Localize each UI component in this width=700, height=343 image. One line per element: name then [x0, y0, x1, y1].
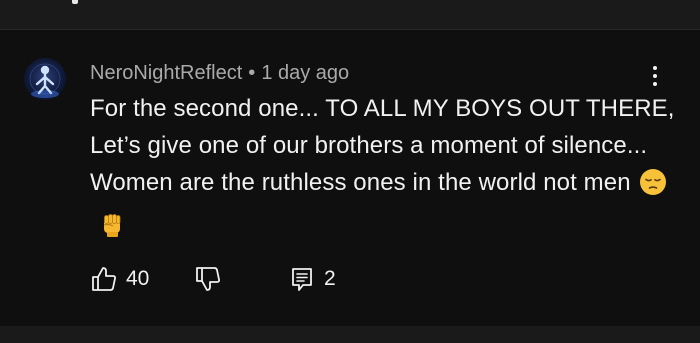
like-button[interactable]: 40	[90, 262, 149, 296]
reply-button[interactable]: 2	[288, 262, 336, 296]
thumbs-up-icon	[92, 267, 116, 291]
more-vert-icon-dot	[653, 82, 657, 86]
author-name[interactable]: NeroNightReflect	[90, 62, 242, 84]
comment-body: For the second one... TO ALL MY BOYS OUT…	[90, 90, 690, 250]
comment-timestamp[interactable]: 1 day ago	[261, 62, 349, 84]
avatar-figure-icon	[29, 63, 61, 98]
next-comment-strip	[0, 326, 700, 343]
comment-text: For the second one... TO ALL MY BOYS OUT…	[90, 95, 675, 196]
meta-separator: •	[248, 62, 256, 84]
partial-text-glyph	[72, 0, 78, 4]
thumbs-down-icon	[196, 267, 220, 291]
dislike-button[interactable]	[194, 262, 222, 296]
like-count: 40	[126, 267, 150, 290]
comment-page: NeroNightReflect • 1 day ago For the secon…	[0, 0, 700, 343]
previous-comment-strip	[0, 0, 700, 30]
reply-comment-icon	[292, 268, 312, 291]
comment-actions: 40 2	[90, 262, 390, 296]
pensive-face-emoji	[639, 168, 667, 207]
more-options-button[interactable]	[645, 62, 665, 90]
raised-fist-emoji	[98, 211, 126, 250]
comment-meta: NeroNightReflect • 1 day ago	[90, 59, 349, 87]
reply-count: 2	[324, 267, 336, 290]
more-vert-icon-dot	[653, 74, 657, 78]
author-avatar[interactable]	[24, 58, 66, 100]
more-vert-icon-dot	[653, 66, 657, 70]
comment-item: NeroNightReflect • 1 day ago For the secon…	[0, 30, 700, 326]
